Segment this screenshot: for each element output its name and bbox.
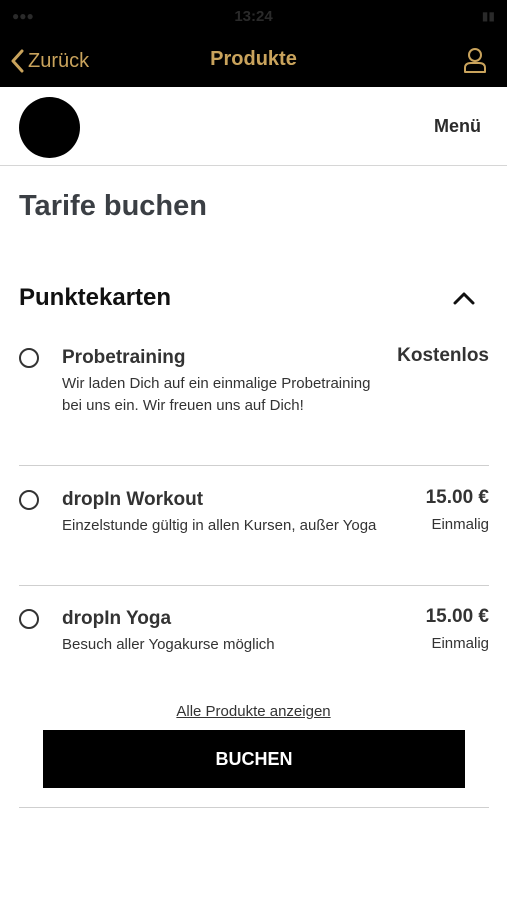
status-bar: ●●● 13:24 ▮▮	[0, 0, 507, 34]
radio-button[interactable]	[19, 348, 39, 368]
divider	[19, 585, 489, 586]
menu-button[interactable]: Menü	[434, 116, 481, 137]
nav-title: Produkte	[210, 48, 297, 70]
chevron-up-icon	[453, 292, 475, 305]
product-frequency: Einmalig	[431, 516, 489, 533]
site-header: Menü	[0, 87, 507, 166]
product-name: dropIn Yoga	[62, 608, 172, 629]
product-price: Kostenlos	[397, 345, 489, 366]
radio-button[interactable]	[19, 609, 39, 629]
profile-button[interactable]	[463, 47, 487, 78]
product-description: Wir laden Dich auf ein einmalige Probetr…	[62, 375, 371, 414]
page-title: Tarife buchen	[19, 190, 207, 222]
nav-bar: Zurück Produkte	[0, 34, 507, 87]
all-products-link[interactable]: Alle Produkte anzeigen	[0, 703, 507, 720]
product-description: Besuch aller Yogakurse möglich	[62, 636, 275, 653]
product-name: Probetraining	[62, 347, 186, 368]
battery-icon: ▮▮	[481, 9, 495, 23]
divider	[19, 465, 489, 466]
book-button[interactable]: BUCHEN	[43, 730, 465, 788]
logo[interactable]	[19, 97, 80, 158]
section-toggle[interactable]: Punktekarten	[19, 280, 489, 316]
product-price: 15.00 €	[425, 606, 489, 627]
radio-button[interactable]	[19, 490, 39, 510]
divider	[19, 807, 489, 808]
product-name: dropIn Workout	[62, 489, 204, 510]
section-title: Punktekarten	[19, 284, 172, 311]
product-frequency: Einmalig	[431, 635, 489, 652]
product-description: Einzelstunde gültig in allen Kursen, auß…	[62, 517, 377, 534]
status-time: 13:24	[234, 8, 273, 25]
user-icon	[464, 48, 486, 73]
product-price: 15.00 €	[425, 487, 489, 508]
